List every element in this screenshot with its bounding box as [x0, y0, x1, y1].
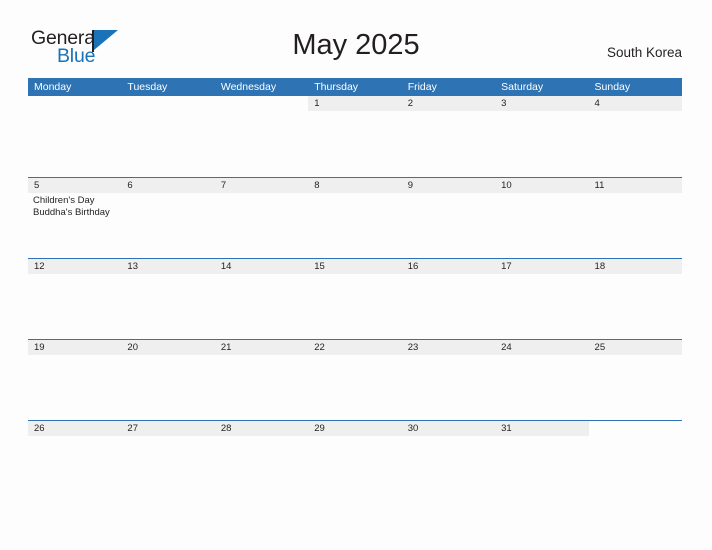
weekday-header-monday: Monday — [34, 81, 72, 93]
calendar-day-cell[interactable]: 5 Children's Day Buddha's Birthday — [28, 178, 122, 258]
day-number: 12 — [28, 259, 122, 274]
day-number: 4 — [588, 96, 682, 111]
page-title: May 2025 — [292, 29, 420, 61]
calendar-day-cell[interactable]: 10 — [495, 178, 589, 258]
calendar-day-cell[interactable]: 30 — [401, 421, 496, 501]
day-number: 22 — [308, 340, 402, 355]
calendar-week-cells: 1234 — [28, 96, 682, 176]
day-number: 9 — [401, 178, 496, 193]
calendar-week-row: 12 13 14 15 16 17 18 — [28, 258, 682, 339]
calendar-day-cell[interactable]: 19 — [28, 340, 122, 420]
day-number: 8 — [308, 178, 402, 193]
day-number — [589, 421, 682, 436]
calendar-day-cell[interactable]: 24 — [495, 340, 589, 420]
day-number: 5 — [28, 178, 122, 193]
calendar-day-cell[interactable]: 15 — [308, 259, 402, 339]
day-number: 28 — [214, 421, 309, 436]
weekday-header-tuesday: Tuesday — [127, 81, 168, 93]
weekday-header-row: Monday Tuesday Wednesday Thursday Friday Satu… — [28, 78, 682, 96]
day-number: 20 — [121, 340, 215, 355]
calendar-day-cell[interactable]: 4 — [588, 96, 682, 176]
calendar-day-cell-empty — [121, 96, 214, 176]
calendar-day-cell[interactable]: 9 — [401, 178, 496, 258]
calendar-day-cell[interactable]: 22 — [308, 340, 402, 420]
calendar-day-cell[interactable]: 20 — [121, 340, 215, 420]
day-number: 24 — [495, 340, 589, 355]
calendar-day-cell[interactable]: 16 — [401, 259, 496, 339]
calendar-grid: Monday Tuesday Wednesday Thursday Friday Satu… — [28, 78, 682, 501]
calendar-page: General Blue May 2025 South Korea Monday… — [0, 0, 712, 550]
day-number: 3 — [495, 96, 589, 111]
calendar-week-cells: 5 Children's Day Buddha's Birthday 6 7 8 9 10 11 — [28, 178, 682, 258]
calendar-week-row: 1234 — [28, 96, 682, 177]
calendar-week-row: 5 Children's Day Buddha's Birthday 6 7 8 9 10 11 — [28, 177, 682, 258]
calendar-day-cell[interactable]: 18 — [588, 259, 682, 339]
day-number: 23 — [401, 340, 496, 355]
calendar-day-cell[interactable]: 7 — [214, 178, 309, 258]
day-number: 2 — [401, 96, 496, 111]
calendar-day-cell[interactable]: 6 — [121, 178, 215, 258]
day-number: 26 — [28, 421, 122, 436]
day-number: 21 — [214, 340, 309, 355]
calendar-day-cell[interactable]: 2 — [401, 96, 496, 176]
calendar-day-cell[interactable]: 27 — [121, 421, 215, 501]
calendar-day-cell[interactable]: 31 — [495, 421, 589, 501]
calendar-day-cell[interactable]: 25 — [588, 340, 682, 420]
weekday-header-sunday: Sunday — [594, 81, 631, 93]
weekday-header-thursday: Thursday — [314, 81, 359, 93]
location-label: South Korea — [606, 45, 682, 60]
calendar-day-cell-empty — [589, 421, 682, 501]
calendar-day-cell[interactable]: 1 — [308, 96, 402, 176]
day-number — [28, 96, 121, 111]
calendar-week-cells: 12 13 14 15 16 17 18 — [28, 259, 682, 339]
calendar-day-cell[interactable]: 3 — [495, 96, 589, 176]
day-number: 17 — [495, 259, 589, 274]
day-number: 29 — [308, 421, 402, 436]
day-number: 1 — [308, 96, 402, 111]
day-number: 14 — [214, 259, 309, 274]
day-number: 15 — [308, 259, 402, 274]
day-number: 31 — [495, 421, 589, 436]
calendar-day-cell[interactable]: 21 — [214, 340, 309, 420]
holiday-event: Children's Day — [33, 195, 95, 206]
day-number: 16 — [401, 259, 496, 274]
day-number: 30 — [401, 421, 496, 436]
day-number: 10 — [495, 178, 589, 193]
weekday-header-wednesday: Wednesday — [220, 81, 277, 93]
calendar-day-cell[interactable]: 14 — [214, 259, 309, 339]
day-number: 18 — [588, 259, 682, 274]
day-events: Children's Day Buddha's Birthday — [28, 193, 121, 218]
day-number — [121, 96, 214, 111]
calendar-day-cell[interactable]: 13 — [121, 259, 215, 339]
holiday-event: Buddha's Birthday — [33, 206, 110, 218]
calendar-day-cell[interactable]: 17 — [495, 259, 589, 339]
day-number: 27 — [121, 421, 215, 436]
day-number: 19 — [28, 340, 122, 355]
day-number — [215, 96, 308, 111]
day-number: 7 — [214, 178, 309, 193]
calendar-day-cell[interactable]: 11 — [588, 178, 682, 258]
weekday-header-friday: Friday — [407, 81, 437, 93]
page-header: General Blue May 2025 South Korea — [0, 0, 712, 78]
calendar-day-cell[interactable]: 8 — [308, 178, 402, 258]
calendar-day-cell[interactable]: 23 — [401, 340, 496, 420]
calendar-day-cell[interactable]: 29 — [308, 421, 402, 501]
calendar-weeks: 1 2 3 4 5 Children's Day Buddha's Birthday 6 7 8 9… — [28, 96, 682, 501]
calendar-week-row: 19 20 21 22 23 24 25 — [28, 339, 682, 420]
calendar-day-cell[interactable]: 26 — [28, 421, 122, 501]
calendar-day-cell-empty — [28, 96, 121, 176]
calendar-week-row: 26 27 28 29 30 31 — [28, 420, 682, 501]
day-number: 13 — [121, 259, 215, 274]
calendar-week-cells: 19 20 21 22 23 24 25 — [28, 340, 682, 420]
day-number: 25 — [588, 340, 682, 355]
calendar-day-cell[interactable]: 12 — [28, 259, 122, 339]
calendar-week-cells: 26 27 28 29 30 31 — [28, 421, 682, 501]
calendar-day-cell-empty — [215, 96, 308, 176]
weekday-header-saturday: Saturday — [501, 81, 544, 93]
day-number: 11 — [588, 178, 682, 193]
calendar-day-cell[interactable]: 28 — [214, 421, 309, 501]
day-number: 6 — [121, 178, 215, 193]
